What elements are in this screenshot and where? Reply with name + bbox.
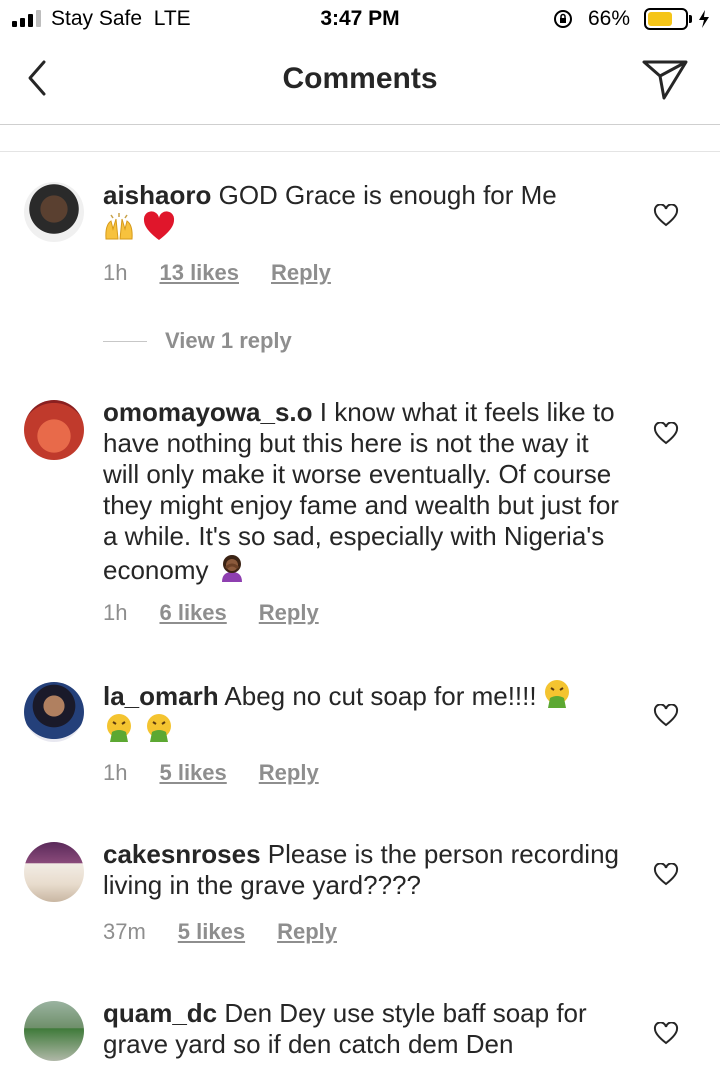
vomiting-face-icon xyxy=(107,714,131,742)
reply-button[interactable]: Reply xyxy=(277,919,337,945)
comment-username[interactable]: la_omarh xyxy=(103,681,219,711)
status-bar: Stay Safe LTE 3:47 PM 66% xyxy=(0,0,720,40)
comment-text: la_omarh Abeg no cut soap for me!!!! xyxy=(103,678,623,746)
avatar[interactable] xyxy=(24,400,84,460)
raising-hands-icon xyxy=(105,213,133,240)
comment-text: cakesnroses Please is the person recordi… xyxy=(103,839,623,901)
comment-time: 1h xyxy=(103,600,128,625)
view-replies-button[interactable]: View 1 reply xyxy=(103,328,292,354)
like-heart-icon[interactable] xyxy=(653,704,679,728)
divider xyxy=(0,151,720,152)
reply-button[interactable]: Reply xyxy=(271,260,331,286)
vomiting-face-icon xyxy=(544,680,569,708)
reply-button[interactable]: Reply xyxy=(259,760,319,786)
comment-text: omomayowa_s.o I know what it feels like … xyxy=(103,397,623,586)
charging-bolt-icon xyxy=(699,10,709,28)
like-heart-icon[interactable] xyxy=(653,1022,679,1046)
comment-username[interactable]: aishaoro xyxy=(103,180,211,210)
comment-meta: 37m 5 likes Reply xyxy=(103,919,337,945)
comment-body: Abeg no cut soap for me!!!! xyxy=(224,681,537,711)
comment-username[interactable]: omomayowa_s.o xyxy=(103,397,313,427)
comment-time: 37m xyxy=(103,919,146,944)
likes-count-link[interactable]: 5 likes xyxy=(159,760,226,786)
comment-meta: 1h 5 likes Reply xyxy=(103,760,319,786)
comment-text: quam_dc Den Dey use style baff soap for … xyxy=(103,998,623,1091)
comment-text: aishaoro GOD Grace is enough for Me xyxy=(103,180,623,245)
comment-username[interactable]: cakesnroses xyxy=(103,839,261,869)
comment-body: GOD Grace is enough for Me xyxy=(218,180,557,210)
comment-meta: 1h 6 likes Reply xyxy=(103,600,319,626)
nav-header: Comments xyxy=(0,40,720,125)
comment-time: 1h xyxy=(103,760,128,785)
avatar[interactable] xyxy=(24,182,84,242)
replies-divider-line xyxy=(103,340,147,342)
like-heart-icon[interactable] xyxy=(653,422,679,446)
view-replies-label[interactable]: View 1 reply xyxy=(165,328,292,354)
battery-tip xyxy=(689,15,692,23)
like-heart-icon[interactable] xyxy=(653,204,679,228)
comment-time: 1h xyxy=(103,260,128,285)
page-title: Comments xyxy=(282,62,438,95)
vomiting-face-icon xyxy=(147,714,171,742)
reply-button[interactable]: Reply xyxy=(259,600,319,626)
likes-count-link[interactable]: 6 likes xyxy=(159,600,226,626)
likes-count-link[interactable]: 5 likes xyxy=(178,919,245,945)
battery-icon xyxy=(644,8,688,30)
avatar[interactable] xyxy=(24,842,84,902)
comment-username[interactable]: quam_dc xyxy=(103,998,217,1028)
orientation-lock-icon xyxy=(554,10,572,28)
likes-count-link[interactable]: 13 likes xyxy=(159,260,239,286)
person-facepalming-icon xyxy=(221,555,242,582)
direct-send-icon[interactable] xyxy=(640,56,690,102)
avatar[interactable] xyxy=(24,682,84,742)
battery-percent: 66% xyxy=(588,7,631,30)
avatar[interactable] xyxy=(24,1001,84,1061)
comment-meta: 1h 13 likes Reply xyxy=(103,260,331,286)
like-heart-icon[interactable] xyxy=(653,863,679,887)
red-heart-icon xyxy=(143,211,175,240)
